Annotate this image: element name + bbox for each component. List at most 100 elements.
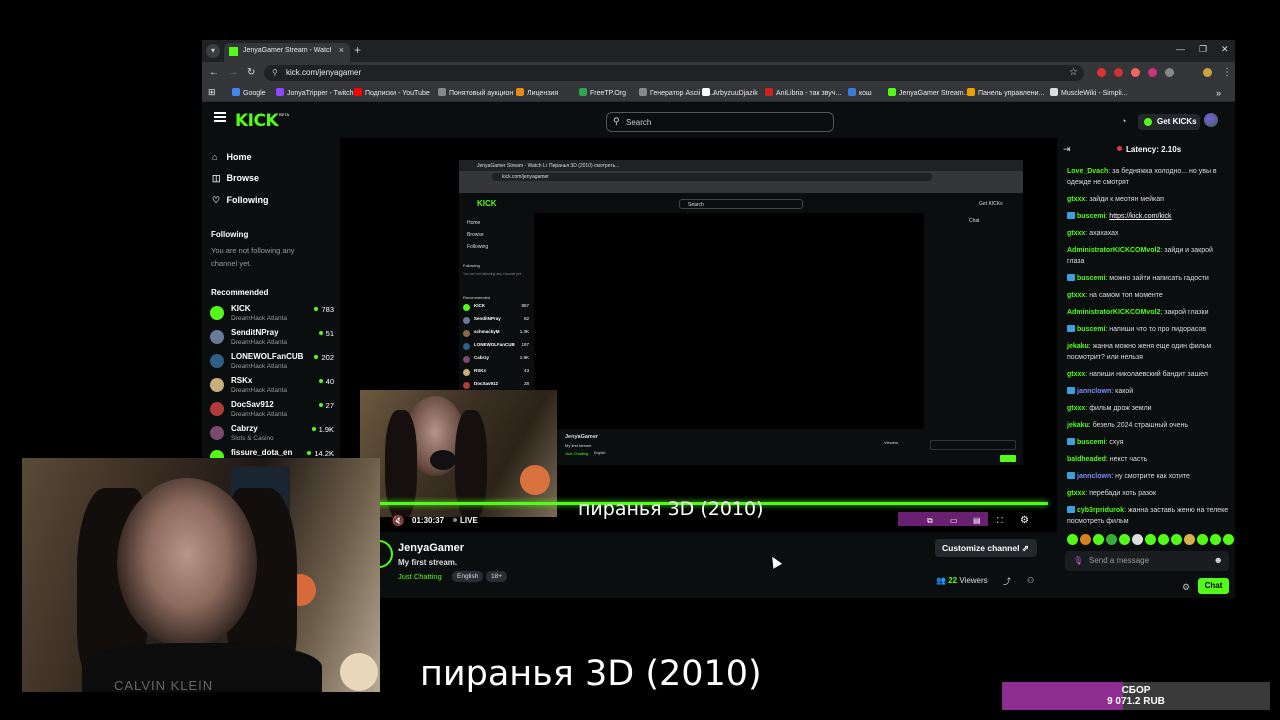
recommended-channel[interactable]: LONEWOLFanCUB DreamHack Atlanta 202 [210,352,334,376]
bookmarks-overflow-icon[interactable]: » [1216,88,1221,98]
emote-icon[interactable] [1119,534,1130,545]
chat-send-button[interactable]: Chat [1198,578,1229,594]
chat-username[interactable]: jannclown [1077,388,1111,395]
close-tab-icon[interactable]: × [339,45,344,55]
settings-gear-icon[interactable]: ⚙ [1020,515,1029,526]
chat-username[interactable]: gtxxx [1067,230,1085,237]
extension-icon[interactable] [1148,68,1157,77]
chat-username[interactable]: gtxxx [1067,292,1085,299]
collapse-chat-icon[interactable]: ⇥ [1063,144,1071,155]
emote-icon[interactable] [1184,534,1195,545]
chat-username[interactable]: jekaku [1067,343,1089,350]
emote-icon[interactable] [1080,534,1091,545]
share-icon[interactable]: ⤴ [1003,576,1011,587]
customize-channel-button[interactable]: Customize channel ⇗ [935,539,1037,557]
tag-mature[interactable]: 18+ [486,571,508,582]
bookmark-item[interactable]: JonyaTripper - Twitch [276,88,354,97]
emote-icon[interactable] [1093,534,1104,545]
bookmark-item[interactable]: MuscleWiki - Simpli... [1050,88,1128,97]
emote-icon[interactable] [1223,534,1234,545]
chat-input[interactable]: 🎙 Send a message ☻ [1065,551,1229,571]
chat-username[interactable]: buscemi [1077,439,1105,446]
minimize-icon[interactable]: — [1176,44,1185,54]
recommended-channel[interactable]: KICK DreamHack Atlanta 783 [210,304,334,328]
bookmark-item[interactable]: ArbyzuuDjazik [702,88,758,97]
chat-settings-icon[interactable]: ⚙ [1182,582,1190,593]
bookmark-item[interactable]: AniLibria - так звуч... [765,88,841,97]
follow-icon[interactable]: ⚇ [1027,576,1034,585]
kick-logo[interactable]: KICK [235,111,279,131]
hamburger-menu-icon[interactable] [214,112,226,122]
chat-username[interactable]: baldheaded [1067,456,1106,463]
chat-username[interactable]: gtxxx [1067,490,1085,497]
emote-icon[interactable] [1210,534,1221,545]
fullscreen-icon[interactable]: ⛶ [997,516,1003,526]
chat-username[interactable]: jannclown [1077,473,1111,480]
emoji-icon[interactable]: ☻ [1214,555,1223,565]
chat-username[interactable]: buscemi [1077,275,1105,282]
microphone-icon[interactable]: 🎙 [1073,556,1083,565]
site-info-icon[interactable]: ⚲ [272,68,278,77]
bookmark-item[interactable]: Понятовый аукцион [438,88,513,97]
chat-username[interactable]: buscemi [1077,213,1105,220]
bookmark-star-icon[interactable]: ☆ [1069,67,1078,78]
user-avatar[interactable] [1204,113,1218,127]
emote-icon[interactable] [1158,534,1169,545]
recommended-channel[interactable]: RSKx DreamHack Atlanta 40 [210,376,334,400]
mute-icon[interactable]: 🔇 [392,516,404,527]
emote-icon[interactable] [1145,534,1156,545]
live-indicator[interactable]: LIVE [453,516,478,525]
chat-username[interactable]: Love_Dvach [1067,168,1108,175]
video-player[interactable]: JenyaGamer Stream - Watch Li Пиранья 3D … [340,138,1057,532]
extension-icon[interactable] [1097,68,1106,77]
chat-username[interactable]: gtxxx [1067,371,1085,378]
chat-username[interactable]: jekaku [1067,422,1089,429]
chat-username[interactable]: buscemi [1077,326,1105,333]
extension-icon[interactable] [1131,68,1140,77]
recommended-channel[interactable]: SenditNPray DreamHack Atlanta 51 [210,328,334,352]
sidebar-item-following[interactable]: ♡ Following [212,195,269,206]
notifications-icon[interactable]: ◔ [1121,116,1126,126]
reload-icon[interactable]: ↻ [247,67,255,78]
bookmark-item[interactable]: кош [848,88,872,97]
chat-username[interactable]: gtxxx [1067,405,1085,412]
menu-kebab-icon[interactable]: ⋮ [1222,67,1232,78]
search-input[interactable]: ⚲ Search [606,112,834,132]
chat-username[interactable]: AdministratorKICKCOMvol2 [1067,309,1160,316]
browser-tab[interactable]: JenyaGamer Stream - Watch Li × [224,43,350,62]
forward-icon[interactable]: → [228,67,238,78]
emote-icon[interactable] [1067,534,1078,545]
close-window-icon[interactable]: ✕ [1221,44,1229,55]
chat-link[interactable]: https://kick.com/kick [1109,213,1171,220]
channel-name[interactable]: JenyaGamer [398,542,464,554]
bookmark-item[interactable]: Панель управлени... [967,88,1044,97]
clip-icon[interactable]: ▤ [973,516,981,525]
pip-icon[interactable]: ⧉ [927,516,933,526]
bookmark-item[interactable]: Лицензия [516,88,558,97]
stream-category[interactable]: Just Chatting [398,572,442,581]
restore-icon[interactable]: ❐ [1199,44,1207,55]
theater-icon[interactable]: ▭ [950,516,958,525]
chat-username[interactable]: gtxxx [1067,196,1085,203]
bookmark-item[interactable]: Подписки - YouTube [354,88,430,97]
emote-icon[interactable] [1106,534,1117,545]
chat-username[interactable]: AdministratorKICKCOMvol2 [1067,247,1160,254]
sidebar-item-home[interactable]: ⌂ Home [212,152,252,162]
emote-icon[interactable] [1132,534,1143,545]
recommended-channel[interactable]: DocSav912 DreamHack Atlanta 27 [210,400,334,424]
extensions-puzzle-icon[interactable] [1165,68,1174,77]
emote-icon[interactable] [1197,534,1208,545]
profile-avatar[interactable] [1203,68,1212,77]
bookmark-item[interactable]: Google [232,88,266,97]
sidebar-item-browse[interactable]: ◫ Browse [212,173,259,184]
emote-icon[interactable] [1171,534,1182,545]
back-icon[interactable]: ← [209,67,219,78]
omnibox[interactable]: ⚲ kick.com/jenyagamer ☆ [264,65,1084,81]
extension-icon[interactable] [1114,68,1123,77]
tag-language[interactable]: English [452,571,484,582]
apps-grid-icon[interactable]: ⊞ [208,87,216,98]
get-kicks-button[interactable]: Get KICKs [1138,114,1200,130]
bookmark-item[interactable]: FreeTP.Org [579,88,626,97]
recommended-channel[interactable]: Cabrzy Slots & Casino 1.9K [210,424,334,448]
chat-username[interactable]: cyb3rpridurok [1077,507,1124,514]
